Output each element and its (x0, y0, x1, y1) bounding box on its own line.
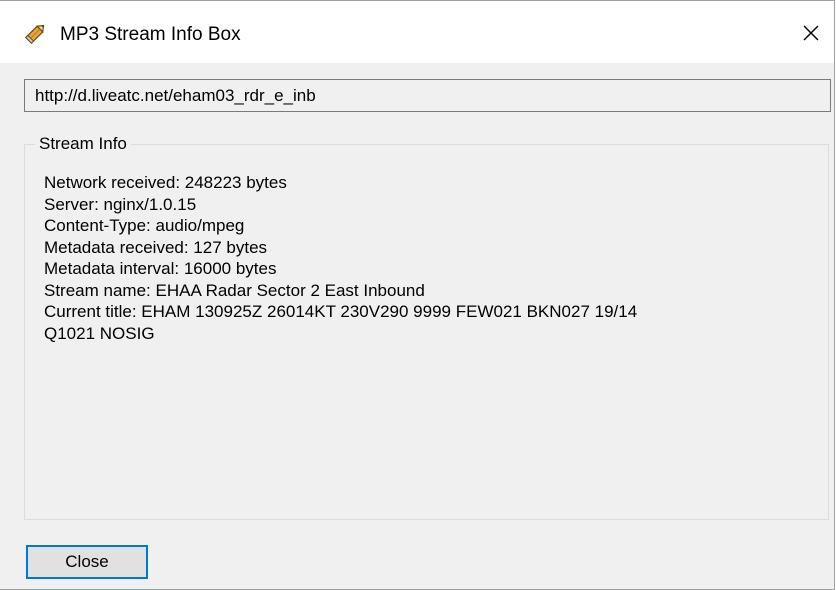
info-metadata-received: Metadata received: 127 bytes (44, 237, 268, 257)
info-stream-name: Stream name: EHAA Radar Sector 2 East In… (44, 280, 425, 300)
info-network-received: Network received: 248223 bytes (44, 173, 287, 192)
close-button-label: Close (29, 548, 145, 576)
close-button[interactable]: Close (26, 545, 148, 579)
group-legend: Stream Info (35, 132, 131, 156)
dialog-body: http://d.liveatc.net/eham03_rdr_e_inb St… (0, 63, 834, 589)
close-icon[interactable] (788, 11, 834, 55)
info-current-title: Current title: EHAM 130925Z 26014KT 230V… (44, 302, 638, 321)
stream-info-group: Stream Info Network received: 248223 byt… (24, 132, 829, 520)
info-content-type: Content-Type: audio/mpeg (44, 216, 245, 235)
stream-info-text: Network received: 248223 bytes Server: n… (44, 172, 814, 344)
title-bar[interactable]: MP3 Stream Info Box (0, 1, 834, 63)
info-metadata-interval: Metadata interval: 16000 bytes (44, 259, 277, 278)
stream-info-dialog: MP3 Stream Info Box http://d.liveatc.net… (0, 0, 835, 590)
info-current-title-continued: Q1021 NOSIG (44, 323, 155, 343)
window-title: MP3 Stream Info Box (60, 24, 241, 45)
pencil-icon (22, 21, 48, 47)
stream-url-field[interactable]: http://d.liveatc.net/eham03_rdr_e_inb (24, 79, 831, 112)
info-server: Server: nginx/1.0.15 (44, 194, 197, 214)
